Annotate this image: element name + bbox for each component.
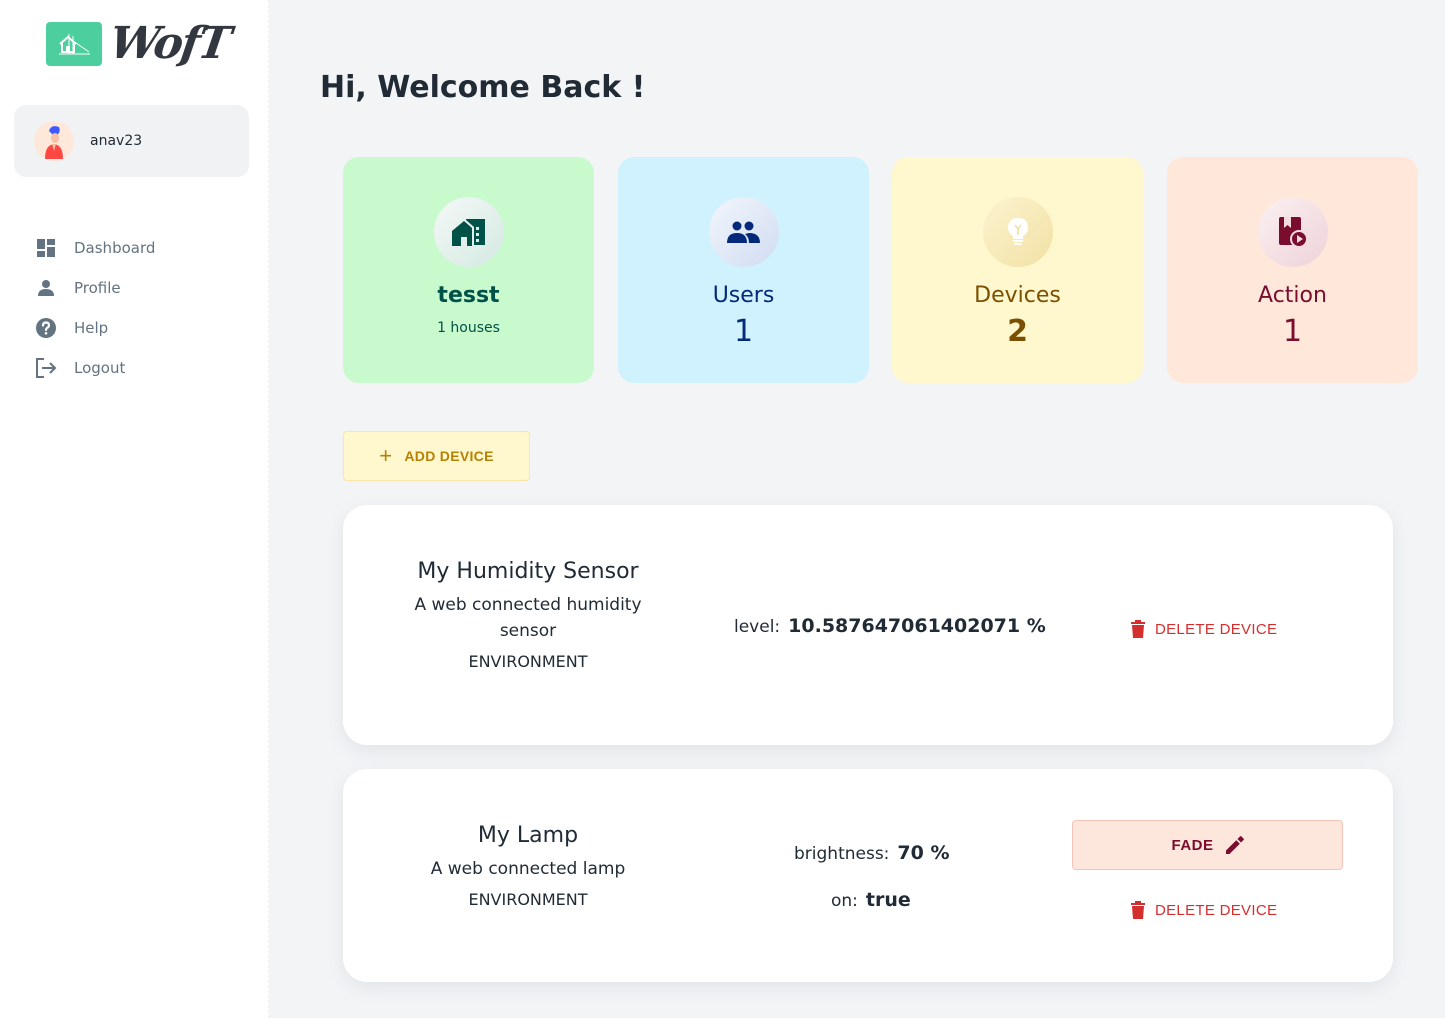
device-card-humidity-sensor: My Humidity Sensor A web connected humid… <box>343 505 1393 745</box>
device-property: on: true <box>831 889 911 911</box>
add-device-button[interactable]: + ADD DEVICE <box>343 431 530 481</box>
property-label: level: <box>734 617 781 637</box>
sidebar-item-label: Profile <box>74 279 121 297</box>
sidebar-item-label: Logout <box>74 359 126 377</box>
stat-title: Users <box>712 283 775 308</box>
property-value: 70 % <box>897 842 950 864</box>
account-card[interactable]: anav23 <box>14 105 249 177</box>
person-icon <box>34 276 58 300</box>
device-category: ENVIRONMENT <box>468 890 588 909</box>
fade-action-button[interactable]: FADE <box>1072 820 1343 870</box>
device-property: level: 10.587647061402071 % <box>734 615 1046 637</box>
stat-title: Devices <box>974 283 1061 308</box>
sidebar: WofT anav23 Dashboard Profile Help Logou… <box>0 0 269 1018</box>
stat-value: 1 <box>733 314 754 349</box>
device-name: My Lamp <box>477 823 579 848</box>
logout-icon <box>34 356 58 380</box>
property-value: 10.587647061402071 % <box>788 615 1046 637</box>
trash-icon <box>1131 620 1145 638</box>
pencil-icon <box>1225 836 1244 854</box>
stat-title: Action <box>1258 283 1327 308</box>
house-logo-icon <box>46 22 102 66</box>
delete-device-button[interactable]: DELETE DEVICE <box>1131 901 1277 919</box>
sidebar-item-dashboard[interactable]: Dashboard <box>34 228 155 268</box>
action-play-icon <box>1257 197 1328 267</box>
device-description: A web connected lamp <box>430 859 626 879</box>
delete-device-label: DELETE DEVICE <box>1155 901 1278 919</box>
stat-card-house[interactable]: tesst 1 houses <box>343 157 594 383</box>
stat-title: tesst <box>437 283 500 308</box>
sidebar-item-label: Help <box>74 319 109 337</box>
device-card-lamp: My Lamp A web connected lamp ENVIRONMENT… <box>343 769 1393 982</box>
house-icon <box>433 197 504 267</box>
sidebar-item-help[interactable]: Help <box>34 308 155 348</box>
delete-device-button[interactable]: DELETE DEVICE <box>1131 620 1277 638</box>
page-title: Hi, Welcome Back ! <box>320 70 646 105</box>
device-info: My Lamp A web connected lamp ENVIRONMENT <box>393 823 663 909</box>
app-logo[interactable]: WofT <box>46 16 232 72</box>
device-description: A web connected humidity sensor <box>414 595 642 641</box>
plus-icon: + <box>379 443 393 468</box>
sidebar-item-label: Dashboard <box>74 239 156 257</box>
property-value: true <box>865 889 911 911</box>
account-username: anav23 <box>90 133 143 149</box>
fade-action-label: FADE <box>1171 836 1214 854</box>
sidebar-item-profile[interactable]: Profile <box>34 268 155 308</box>
property-label: brightness: <box>794 844 890 864</box>
property-label: on: <box>831 891 858 911</box>
stat-value: 1 <box>1282 314 1303 349</box>
device-info: My Humidity Sensor A web connected humid… <box>393 559 663 671</box>
stat-card-devices[interactable]: Devices 2 <box>892 157 1143 383</box>
lightbulb-icon <box>982 197 1053 267</box>
device-property: brightness: 70 % <box>794 842 950 864</box>
device-category: ENVIRONMENT <box>468 652 588 671</box>
sidebar-item-logout[interactable]: Logout <box>34 348 155 388</box>
avatar <box>34 121 74 161</box>
users-icon <box>708 197 779 267</box>
delete-device-label: DELETE DEVICE <box>1155 620 1278 638</box>
logo-text: WofT <box>106 18 233 69</box>
stat-subtitle: 1 houses <box>437 320 500 336</box>
stat-card-action[interactable]: Action 1 <box>1167 157 1418 383</box>
stat-value: 2 <box>1007 314 1028 349</box>
sidebar-nav: Dashboard Profile Help Logout <box>34 228 155 388</box>
dashboard-icon <box>34 236 58 260</box>
stat-card-users[interactable]: Users 1 <box>618 157 869 383</box>
device-name: My Humidity Sensor <box>417 559 639 584</box>
add-device-label: ADD DEVICE <box>404 448 494 464</box>
help-circle-icon <box>34 316 58 340</box>
trash-icon <box>1131 901 1145 919</box>
